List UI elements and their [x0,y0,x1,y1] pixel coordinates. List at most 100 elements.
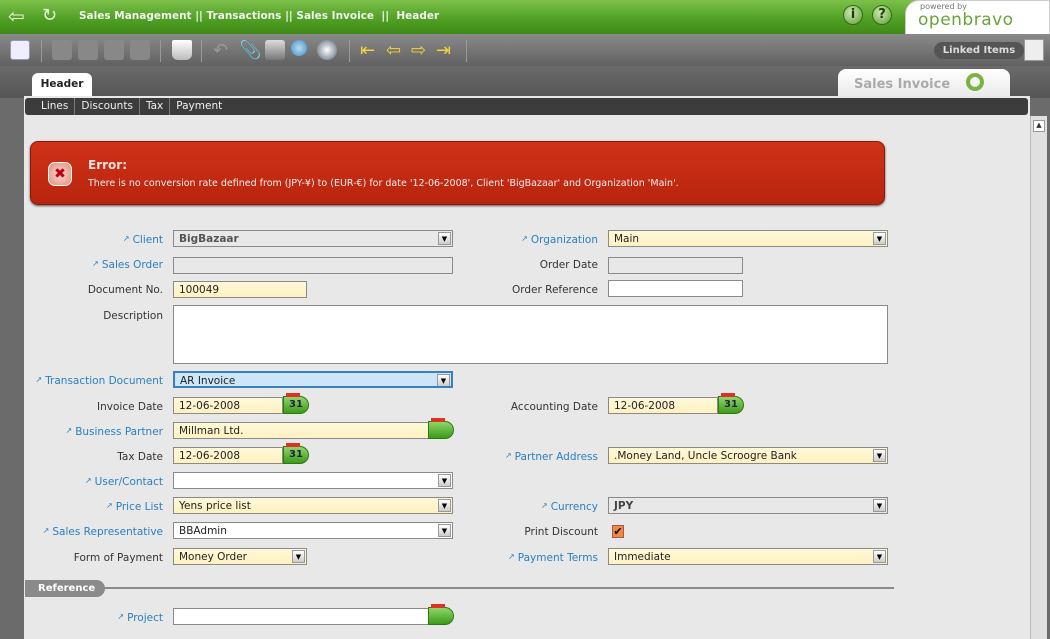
chevron-down-icon[interactable]: ▼ [873,232,886,245]
order-reference-field[interactable] [608,280,743,297]
payment-terms-label[interactable]: Payment Terms [448,552,598,564]
window-tab: Sales Invoice [838,69,1010,98]
partner-address-label[interactable]: Partner Address [448,451,598,463]
save-new-icon [52,40,72,60]
invoice-date-field[interactable]: 12-06-2008 [173,397,283,414]
section-reference[interactable]: Reference [25,580,105,597]
user-contact-label[interactable]: User/Contact [13,476,163,488]
openbravo-logo[interactable]: powered by openbravo [905,0,1050,36]
section-divider [104,587,894,589]
search-icon[interactable] [291,40,307,56]
price-list-select[interactable]: Yens price list ▼ [173,497,453,514]
back-icon[interactable]: ⇦ [8,6,30,26]
order-date-field [608,257,743,274]
subtab-payment[interactable]: Payment [170,98,228,115]
audit-icon[interactable] [317,40,337,60]
organization-select[interactable]: Main ▼ [608,230,888,247]
linked-items-icon[interactable] [1024,39,1044,61]
toolbar-separator [349,40,350,62]
toolbar-separator [41,40,42,62]
attachment-icon[interactable]: 📎 [239,40,261,61]
currency-select[interactable]: JPY ▼ [608,497,888,514]
client-select[interactable]: BigBazaar ▼ [173,230,453,247]
chevron-down-icon[interactable]: ▼ [873,550,886,563]
tax-date-field[interactable]: 12-06-2008 [173,447,283,464]
sales-rep-select[interactable]: BBAdmin ▼ [173,522,453,539]
sales-order-field [173,257,453,274]
description-textarea[interactable] [173,305,888,364]
business-partner-search-icon[interactable] [428,418,454,439]
client-value: BigBazaar [179,233,239,245]
previous-record-icon[interactable]: ⇦ [386,40,406,61]
last-record-icon[interactable]: ⇥ [436,40,456,61]
help-button[interactable]: ? [872,5,892,25]
toolbar-separator [466,40,467,62]
sales-rep-label[interactable]: Sales Representative [13,526,163,538]
order-date-label: Order Date [539,259,598,271]
document-no-field[interactable]: 100049 [173,281,307,298]
openbravo-icon [966,73,984,91]
chevron-down-icon[interactable]: ▼ [438,474,451,487]
transaction-document-value: AR Invoice [180,375,236,387]
subtab-lines[interactable]: Lines [35,98,76,115]
next-record-icon[interactable]: ⇨ [411,40,431,61]
subtab-tax[interactable]: Tax [140,98,171,115]
accounting-date-field[interactable]: 12-06-2008 [608,397,718,414]
print-icon[interactable] [265,40,285,60]
business-partner-label[interactable]: Business Partner [13,426,163,438]
tab-header[interactable]: Header [32,73,92,97]
chevron-down-icon[interactable]: ▼ [873,499,886,512]
transaction-document-select[interactable]: AR Invoice ▼ [173,371,453,388]
currency-label[interactable]: Currency [448,501,598,513]
vertical-scrollbar[interactable]: ▲ [1030,116,1047,639]
accounting-date-label: Accounting Date [510,401,598,413]
calendar-icon[interactable]: 31 [718,393,744,414]
subtab-discounts[interactable]: Discounts [75,98,140,115]
sales-order-label[interactable]: Sales Order [13,259,163,271]
calendar-icon[interactable]: 31 [283,443,309,464]
save-icon [104,40,124,60]
error-message: ✖ Error: There is no conversion rate def… [30,141,885,205]
calendar-icon[interactable]: 31 [283,393,309,414]
toolbar-separator [160,40,161,62]
transaction-document-label[interactable]: Transaction Document [13,375,163,387]
user-contact-select[interactable]: ▼ [173,472,453,489]
chevron-down-icon[interactable]: ▼ [873,449,886,462]
form-of-payment-value: Money Order [179,551,247,563]
project-search-icon[interactable] [428,604,454,625]
toolbar-separator [201,40,202,62]
chevron-down-icon[interactable]: ▼ [292,550,305,563]
partner-address-select[interactable]: .Money Land, Uncle Scroogre Bank ▼ [608,447,888,464]
client-label[interactable]: Client [13,234,163,246]
linked-items-button[interactable]: Linked Items [934,42,1024,59]
organization-label[interactable]: Organization [448,234,598,246]
price-list-value: Yens price list [179,500,251,512]
breadcrumb: Sales Management || Transactions || Sale… [79,10,440,22]
currency-value: JPY [614,500,634,512]
error-text: There is no conversion rate defined from… [88,178,679,189]
print-discount-label: Print Discount [524,526,598,538]
tax-date-label: Tax Date [117,451,163,463]
new-record-icon[interactable] [10,40,30,60]
chevron-down-icon[interactable]: ▼ [437,374,450,386]
project-label[interactable]: Project [13,612,163,624]
payment-terms-value: Immediate [614,551,671,563]
description-label: Description [103,310,163,322]
first-record-icon[interactable]: ⇤ [360,40,380,61]
window-title: Sales Invoice [854,77,951,92]
toolbar [0,34,1050,68]
scroll-up-icon[interactable]: ▲ [1033,120,1045,132]
business-partner-field[interactable]: Millman Ltd. [173,422,429,439]
delete-icon[interactable] [172,40,192,60]
form-of-payment-select[interactable]: Money Order ▼ [173,548,307,565]
info-button[interactable]: i [843,5,863,25]
payment-terms-select[interactable]: Immediate ▼ [608,548,888,565]
invoice-date-label: Invoice Date [97,401,163,413]
price-list-label[interactable]: Price List [13,501,163,513]
document-no-label: Document No. [87,284,163,296]
project-field[interactable] [173,608,429,625]
undo-save-icon [130,40,150,60]
refresh-icon[interactable]: ↻ [42,5,64,27]
undo-icon: ↶ [213,40,229,61]
print-discount-checkbox[interactable]: ✔ [612,525,624,538]
